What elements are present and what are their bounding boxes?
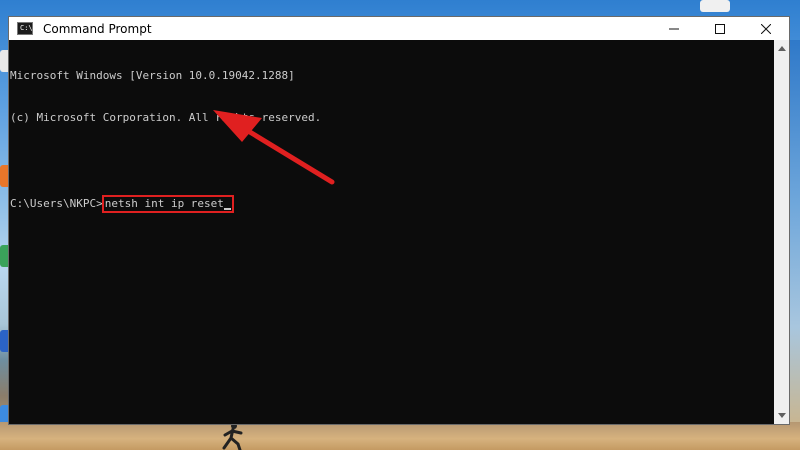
command-highlight-box: netsh int ip reset	[101, 195, 234, 213]
command-prompt-window[interactable]: C:\ Command Prompt Microsoft Windows [Ve…	[8, 16, 790, 425]
chevron-down-icon	[777, 413, 786, 418]
runner-silhouette-icon	[222, 423, 243, 450]
text-cursor	[223, 208, 231, 210]
chevron-up-icon	[777, 46, 786, 51]
minimize-button[interactable]	[651, 17, 697, 40]
console-line: Microsoft Windows [Version 10.0.19042.12…	[10, 69, 295, 82]
scrollbar-track[interactable]	[776, 57, 787, 407]
scroll-up-button[interactable]	[774, 40, 789, 57]
maximize-icon	[715, 23, 725, 34]
desktop-wallpaper-beach	[0, 422, 800, 450]
title-bar[interactable]: C:\ Command Prompt	[9, 17, 789, 40]
cmd-icon-glyph: C:\	[20, 24, 33, 32]
maximize-button[interactable]	[697, 17, 743, 40]
typed-command[interactable]: netsh int ip reset	[105, 197, 224, 210]
desktop-shortcut-icon[interactable]	[700, 0, 730, 12]
console-prompt: C:\Users\NKPC>	[10, 197, 103, 210]
cmd-icon[interactable]: C:\	[17, 22, 33, 35]
console-prompt-line: C:\Users\NKPC> netsh int ip reset	[10, 195, 775, 213]
close-button[interactable]	[743, 17, 789, 40]
console-line: (c) Microsoft Corporation. All rights re…	[10, 111, 322, 124]
vertical-scrollbar[interactable]	[774, 40, 789, 424]
close-icon	[761, 23, 771, 34]
window-controls	[651, 17, 789, 40]
scroll-down-button[interactable]	[774, 407, 789, 424]
window-title: Command Prompt	[43, 21, 152, 36]
console-output[interactable]: Microsoft Windows [Version 10.0.19042.12…	[9, 40, 775, 424]
minimize-icon	[669, 28, 679, 29]
